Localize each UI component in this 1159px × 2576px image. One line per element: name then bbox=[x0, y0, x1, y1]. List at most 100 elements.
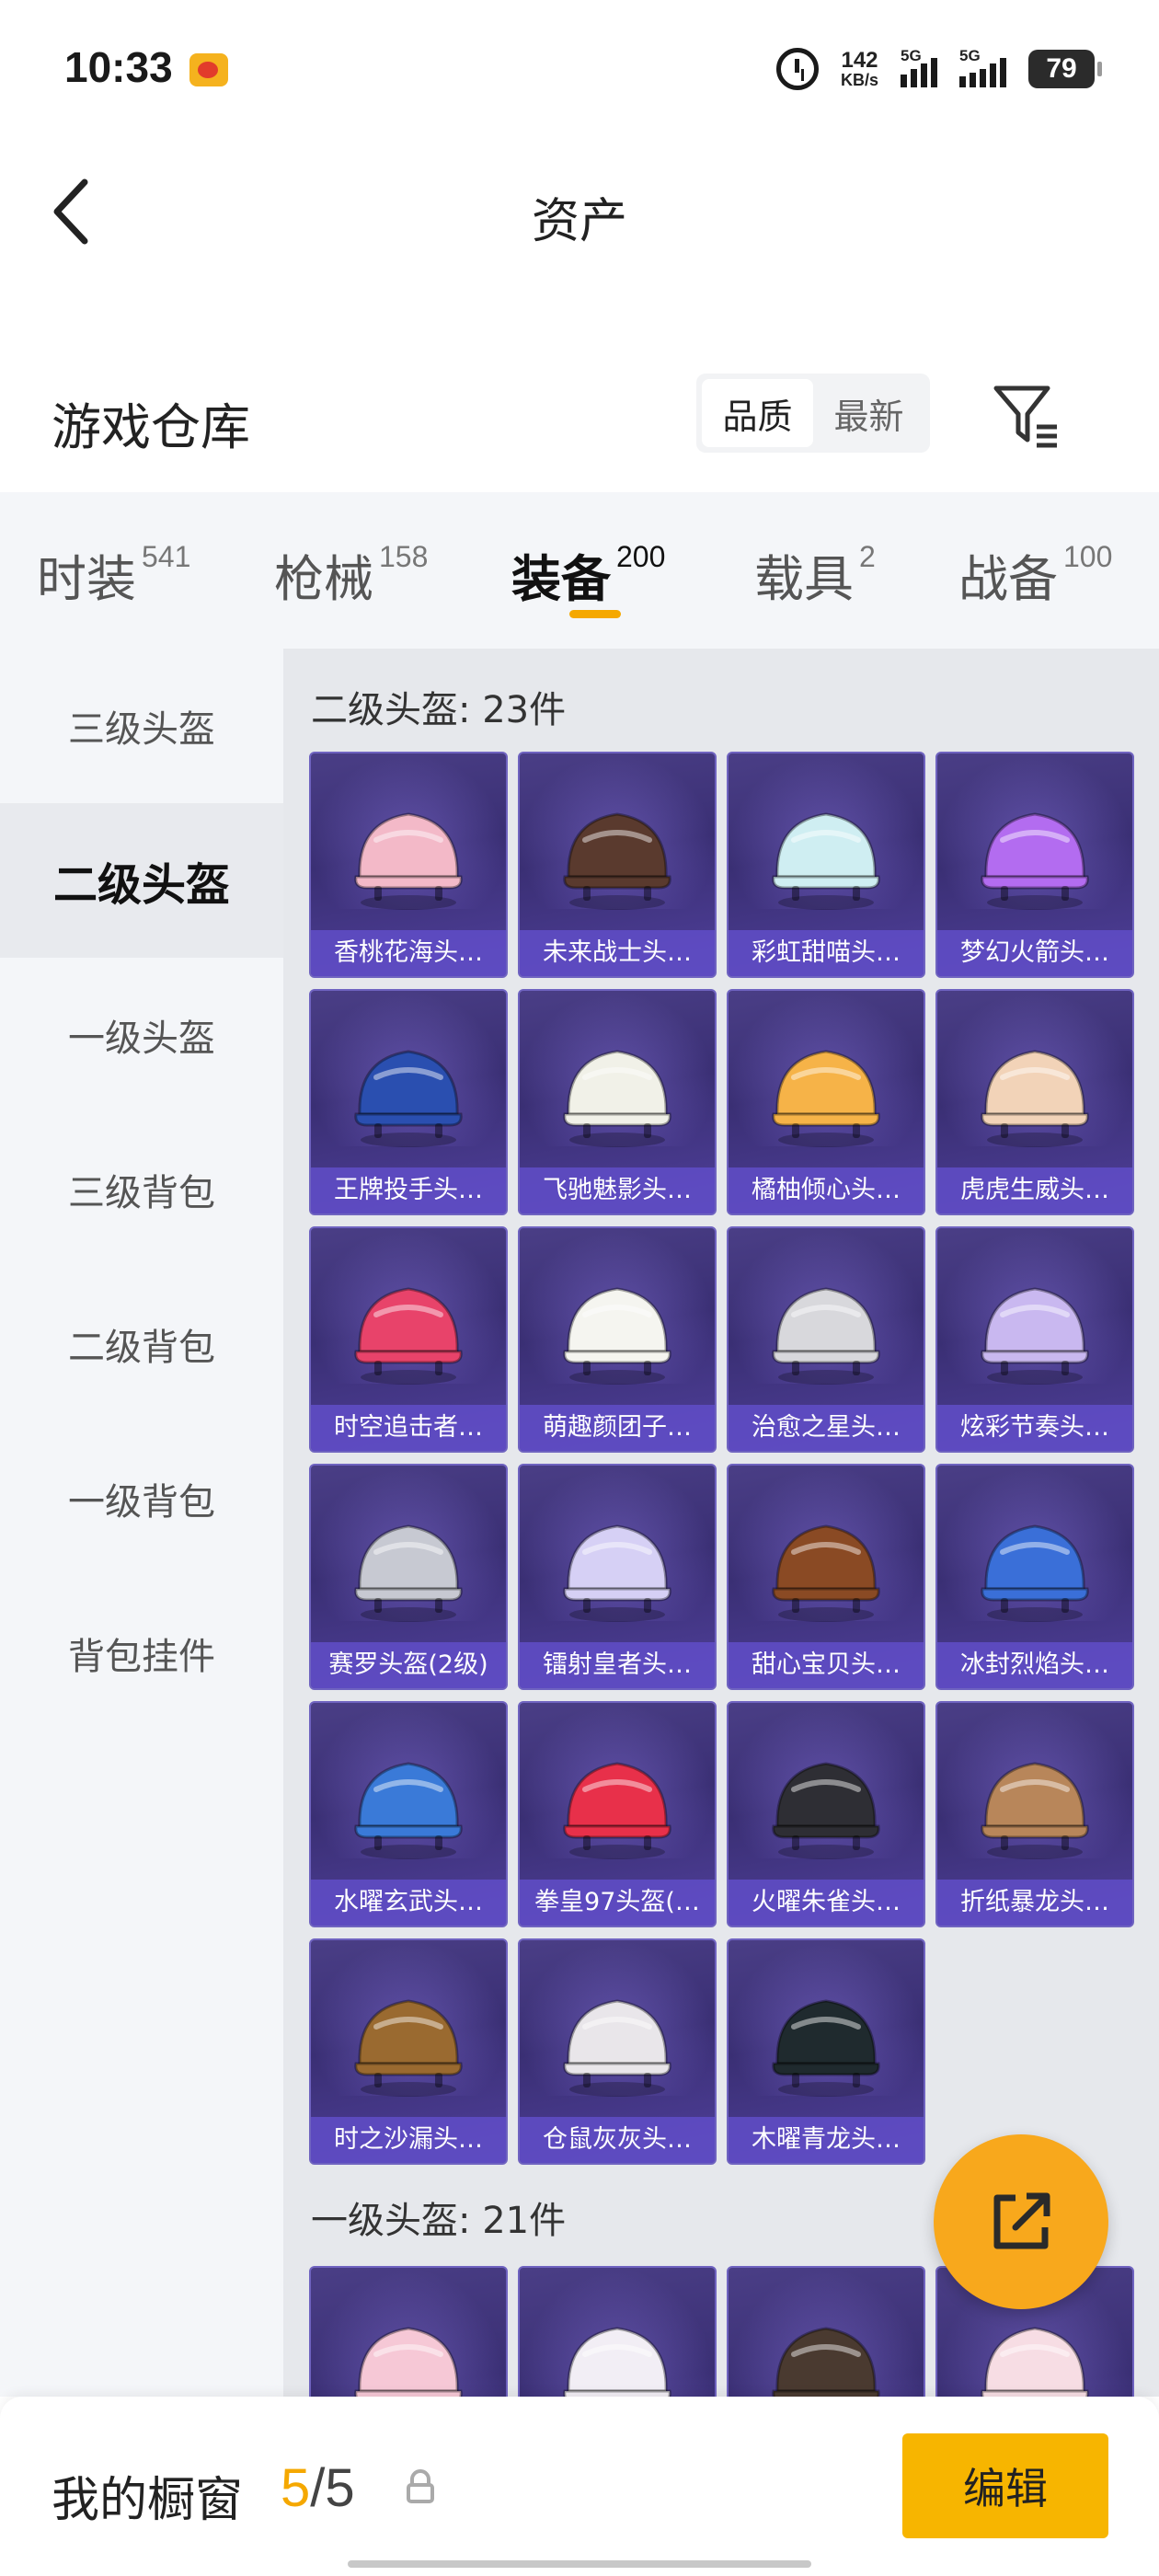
helmet-item-card[interactable]: 折纸暴龙头… bbox=[935, 1701, 1134, 1927]
helmet-icon bbox=[772, 1050, 880, 1147]
helmet-item-card[interactable]: 木曜青龙头… bbox=[727, 1938, 925, 2165]
helmet-icon bbox=[772, 1999, 880, 2097]
status-time: 10:33 bbox=[64, 43, 173, 91]
filter-button[interactable] bbox=[989, 379, 1062, 453]
helmet-icon bbox=[354, 1999, 463, 2097]
section-title-level1-helmet: 一级头盔: 21件 bbox=[311, 2200, 567, 2242]
sidebar-item-level1-helmet[interactable]: 一级头盔 bbox=[0, 958, 283, 1112]
helmet-item-card[interactable] bbox=[309, 2266, 508, 2397]
section-title-level2-helmet: 二级头盔: 23件 bbox=[311, 689, 567, 731]
item-name: 时空追击者… bbox=[311, 1405, 506, 1451]
helmet-item-card[interactable]: 未来战士头… bbox=[518, 752, 717, 978]
helmet-icon bbox=[772, 1287, 880, 1385]
helmet-icon bbox=[354, 1762, 463, 1859]
helmet-item-card[interactable]: 飞驰魅影头… bbox=[518, 989, 717, 1215]
category-tabs: 时装 541 枪械 158 装备 200 载具 2 战备 100 bbox=[0, 492, 1159, 649]
share-icon bbox=[993, 2192, 1050, 2249]
sidebar-item-level1-backpack[interactable]: 一级背包 bbox=[0, 1421, 283, 1576]
helmet-item-card[interactable]: 萌趣颜团子… bbox=[518, 1226, 717, 1453]
helmet-icon bbox=[981, 2327, 1089, 2397]
item-name: 仓鼠灰灰头… bbox=[520, 2117, 715, 2163]
sidebar-item-backpack-charm[interactable]: 背包挂件 bbox=[0, 1576, 283, 1731]
helmet-item-card[interactable]: 彩虹甜喵头… bbox=[727, 752, 925, 978]
helmet-icon bbox=[354, 1050, 463, 1147]
status-bar: 10:33 142 KB/s 5G 5G 79 bbox=[0, 0, 1159, 138]
tab-equipment[interactable]: 装备 200 bbox=[511, 538, 665, 611]
helmet-icon bbox=[563, 2327, 671, 2397]
helmet-item-card[interactable]: 仓鼠灰灰头… bbox=[518, 1938, 717, 2165]
active-tab-indicator bbox=[569, 610, 621, 618]
item-name: 炫彩节奏头… bbox=[937, 1405, 1132, 1451]
sidebar-item-level2-helmet[interactable]: 二级头盔 bbox=[0, 803, 283, 958]
item-name: 甜心宝贝头… bbox=[729, 1642, 924, 1688]
helmet-icon bbox=[354, 2327, 463, 2397]
helmet-item-card[interactable]: 时空追击者… bbox=[309, 1226, 508, 1453]
alarm-icon bbox=[775, 48, 819, 90]
item-name: 香桃花海头… bbox=[311, 930, 506, 976]
item-name: 治愈之星头… bbox=[729, 1405, 924, 1451]
helmet-icon bbox=[981, 812, 1089, 910]
helmet-item-card[interactable]: 香桃花海头… bbox=[309, 752, 508, 978]
share-fab-button[interactable] bbox=[934, 2134, 1108, 2309]
item-name: 水曜玄武头… bbox=[311, 1880, 506, 1926]
sidebar-item-level3-helmet[interactable]: 三级头盔 bbox=[0, 649, 283, 803]
tab-vehicles[interactable]: 载具 2 bbox=[754, 538, 876, 611]
helmet-item-card[interactable]: 炫彩节奏头… bbox=[935, 1226, 1134, 1453]
item-name: 镭射皇者头… bbox=[520, 1642, 715, 1688]
helmet-icon bbox=[354, 1524, 463, 1622]
helmet-item-card[interactable]: 治愈之星头… bbox=[727, 1226, 925, 1453]
helmet-item-card[interactable]: 甜心宝贝头… bbox=[727, 1464, 925, 1690]
item-name: 彩虹甜喵头… bbox=[729, 930, 924, 976]
helmet-icon bbox=[772, 2327, 880, 2397]
helmet-item-card[interactable]: 虎虎生威头… bbox=[935, 989, 1134, 1215]
helmet-item-card[interactable]: 王牌投手头… bbox=[309, 989, 508, 1215]
signal-icon-sim1: 5G bbox=[901, 47, 937, 87]
home-indicator bbox=[348, 2560, 811, 2568]
helmet-item-card[interactable]: 时之沙漏头… bbox=[309, 1938, 508, 2165]
item-name: 梦幻火箭头… bbox=[937, 930, 1132, 976]
weibo-notification-icon bbox=[189, 53, 228, 86]
item-name: 王牌投手头… bbox=[311, 1167, 506, 1213]
helmet-item-card[interactable]: 冰封烈焰头… bbox=[935, 1464, 1134, 1690]
helmet-item-card[interactable] bbox=[518, 2266, 717, 2397]
showcase-label: 我的橱窗 bbox=[52, 2473, 244, 2528]
item-name: 萌趣颜团子… bbox=[520, 1405, 715, 1451]
helmet-icon bbox=[563, 812, 671, 910]
helmet-icon bbox=[981, 1524, 1089, 1622]
helmet-icon bbox=[563, 1524, 671, 1622]
showcase-count: 5/5 bbox=[281, 2458, 355, 2518]
sidebar-item-level3-backpack[interactable]: 三级背包 bbox=[0, 1112, 283, 1267]
helmet-item-card[interactable]: 赛罗头盔(2级) bbox=[309, 1464, 508, 1690]
item-name: 赛罗头盔(2级) bbox=[311, 1642, 506, 1688]
tab-supplies[interactable]: 战备 100 bbox=[958, 538, 1112, 611]
item-name: 折纸暴龙头… bbox=[937, 1880, 1132, 1926]
helmet-item-card[interactable]: 梦幻火箭头… bbox=[935, 752, 1134, 978]
item-name: 时之沙漏头… bbox=[311, 2117, 506, 2163]
subcategory-sidebar: 三级头盔 二级头盔 一级头盔 三级背包 二级背包 一级背包 背包挂件 bbox=[0, 649, 283, 2397]
edit-button[interactable]: 编辑 bbox=[902, 2433, 1108, 2538]
tab-weapons[interactable]: 枪械 158 bbox=[274, 538, 428, 611]
filter-icon bbox=[993, 385, 1057, 448]
helmet-icon bbox=[981, 1050, 1089, 1147]
helmet-item-card[interactable]: 橘柚倾心头… bbox=[727, 989, 925, 1215]
lock-icon bbox=[407, 2469, 434, 2503]
helmet-item-card[interactable] bbox=[727, 2266, 925, 2397]
item-name: 橘柚倾心头… bbox=[729, 1167, 924, 1213]
tab-fashion[interactable]: 时装 541 bbox=[37, 538, 190, 611]
helmet-item-card[interactable]: 火曜朱雀头… bbox=[727, 1701, 925, 1927]
battery-indicator: 79 bbox=[1028, 50, 1102, 88]
item-name: 火曜朱雀头… bbox=[729, 1880, 924, 1926]
helmet-item-card[interactable]: 镭射皇者头… bbox=[518, 1464, 717, 1690]
helmet-item-card[interactable]: 拳皇97头盔(… bbox=[518, 1701, 717, 1927]
sidebar-item-level2-backpack[interactable]: 二级背包 bbox=[0, 1267, 283, 1421]
sort-quality-button[interactable]: 品质 bbox=[702, 379, 813, 447]
helmet-icon bbox=[981, 1762, 1089, 1859]
helmet-icon bbox=[772, 1524, 880, 1622]
sort-newest-button[interactable]: 最新 bbox=[813, 379, 924, 447]
helmet-item-card[interactable]: 水曜玄武头… bbox=[309, 1701, 508, 1927]
page-title: 资产 bbox=[531, 194, 627, 249]
helmet-icon bbox=[772, 812, 880, 910]
item-name: 木曜青龙头… bbox=[729, 2117, 924, 2163]
helmet-icon bbox=[354, 1287, 463, 1385]
item-grid-level2-helmet: 香桃花海头… 未来战士头… 彩虹甜喵头… 梦幻火箭头… 王牌投手头… 飞驰魅影头… 橘柚倾心… bbox=[309, 752, 1137, 2165]
